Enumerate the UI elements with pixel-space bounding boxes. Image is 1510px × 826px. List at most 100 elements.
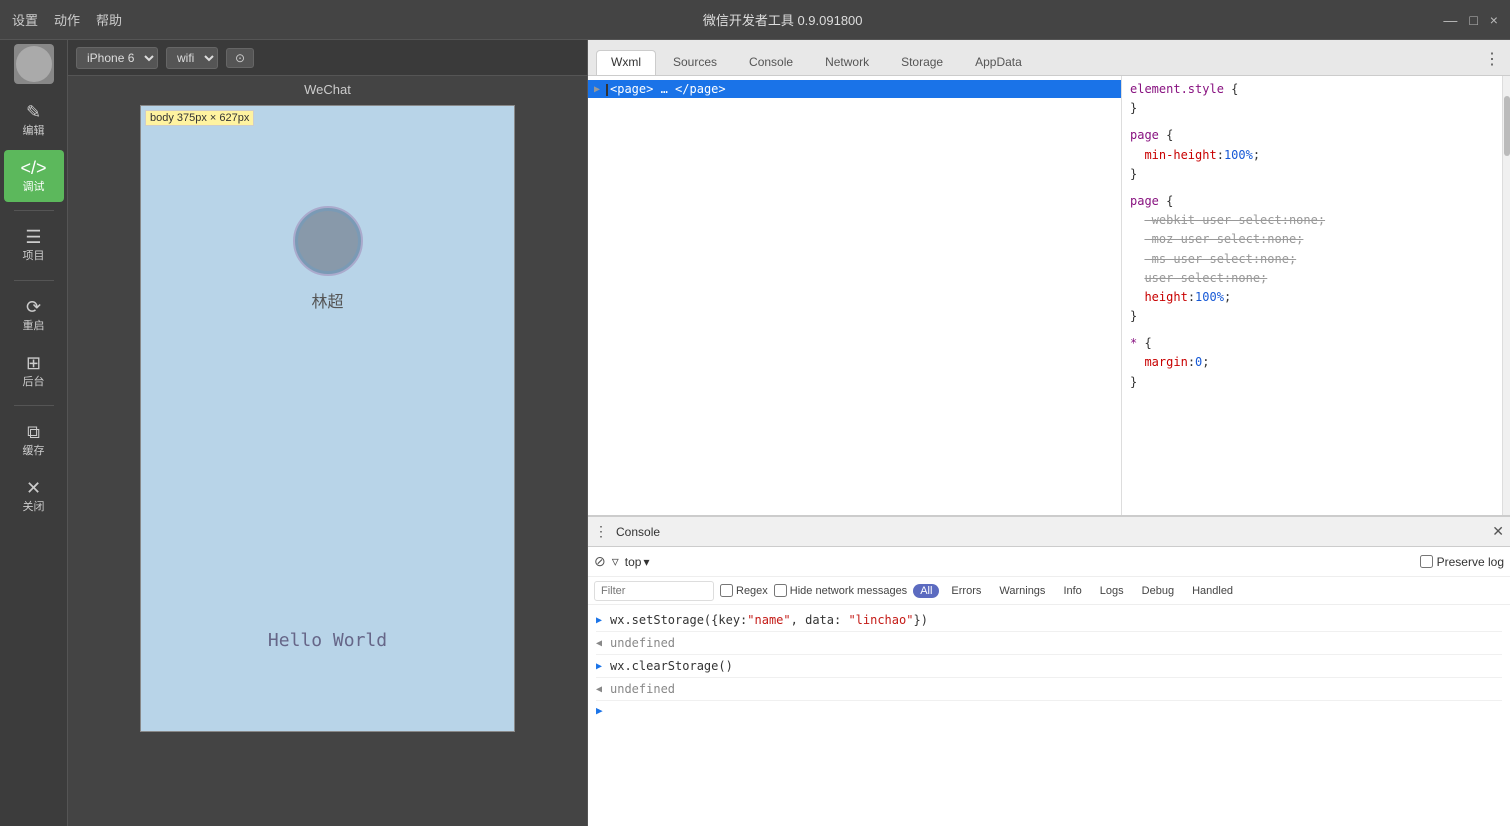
hide-network-label[interactable]: Hide network messages [774,584,907,597]
tab-console[interactable]: Console [734,50,808,75]
style-selector-page1: page [1130,128,1159,142]
reload-icon: ⟳ [26,297,41,318]
sidebar-label-edit: 编辑 [23,125,45,138]
sidebar-divider-3 [14,405,54,406]
devtools-top-pane: ▶ <page> … </page> element.style { } pag… [588,76,1510,516]
style-prop-moz-user-select: -moz-user-select:none; [1144,232,1303,246]
styles-panel: element.style { } page { min-height:100%… [1122,76,1502,515]
console-filter-input[interactable] [594,581,714,601]
body-size-label: body 375px × 627px [145,110,254,126]
sim-extra-button[interactable]: ⊙ [226,48,254,68]
style-rule-page-2: page { -webkit-user-select:none; -moz-us… [1130,192,1494,326]
style-prop-webkit-user-select: -webkit-user-select:none; [1144,213,1325,227]
menu-bar[interactable]: 设置 动作 帮助 [12,10,122,29]
console-filter-button[interactable]: ▿ [612,553,619,570]
style-val-margin: 0 [1195,355,1202,369]
sidebar-item-debug[interactable]: </> 调试 [4,150,64,202]
console-input-line[interactable]: ▶ [596,701,1502,720]
save-icon: ⧉ [27,422,40,443]
hide-network-checkbox[interactable] [774,584,787,597]
devtools-area: Wxml Sources Console Network Storage App… [588,40,1510,826]
maximize-button[interactable]: □ [1469,12,1477,28]
console-line-1: ▶ wx.setStorage({key:"name", data: "linc… [596,609,1502,632]
close-icon: ✕ [26,478,41,499]
style-prop-user-select: user-select:none; [1144,271,1267,285]
regex-checkbox[interactable] [720,584,733,597]
console-output[interactable]: ▶ wx.setStorage({key:"name", data: "linc… [588,605,1510,826]
menu-actions[interactable]: 动作 [54,10,80,29]
filter-tab-all[interactable]: All [913,584,939,598]
tab-more-button[interactable]: ⋮ [1474,45,1510,75]
console-clear-button[interactable]: ⊘ [594,553,606,570]
filter-tab-info[interactable]: Info [1057,584,1087,598]
avatar-image [16,46,52,82]
tab-storage[interactable]: Storage [886,50,958,75]
sidebar-label-backend: 后台 [23,376,45,389]
scrollbar-thumb[interactable] [1504,96,1510,156]
phone-avatar [293,206,363,276]
preserve-log-area: Preserve log [1420,555,1504,569]
console-close-button[interactable]: ✕ [1492,523,1504,540]
menu-settings[interactable]: 设置 [12,10,38,29]
device-selector[interactable]: iPhone 6 [76,47,158,69]
phone-hello-text: Hello World [268,630,387,651]
console-context-select[interactable]: top ▾ [625,555,650,569]
regex-text: Regex [736,585,768,597]
console-context-value: top [625,555,642,569]
phone-username: 林超 [311,288,343,312]
tab-appdata[interactable]: AppData [960,50,1037,75]
sidebar-item-close[interactable]: ✕ 关闭 [4,470,64,522]
regex-label[interactable]: Regex [720,584,768,597]
close-button[interactable]: × [1490,12,1498,28]
left-sidebar: ✎ 编辑 </> 调试 ☰ 项目 ⟳ 重启 ⊞ 后台 ⧉ 缓存 ✕ 关闭 [0,40,68,826]
elements-panel[interactable]: ▶ <page> … </page> [588,76,1122,515]
tab-sources[interactable]: Sources [658,50,732,75]
filter-tab-handled[interactable]: Handled [1186,584,1239,598]
console-arrow-left-1: ◀ [596,636,606,651]
tab-network[interactable]: Network [810,50,884,75]
style-val-minheight: 100% [1224,148,1253,162]
filter-tab-debug[interactable]: Debug [1136,584,1180,598]
console-line-4: ◀ undefined [596,678,1502,701]
sidebar-item-backend[interactable]: ⊞ 后台 [4,345,64,397]
style-prop-margin: margin [1144,355,1187,369]
filter-tab-errors[interactable]: Errors [945,584,987,598]
filter-tab-warnings[interactable]: Warnings [993,584,1051,598]
menu-help[interactable]: 帮助 [96,10,122,29]
sidebar-item-project[interactable]: ☰ 项目 [4,219,64,271]
simulator-toolbar: iPhone 6 wifi ⊙ [68,40,587,76]
style-val-height: 100% [1195,290,1224,304]
filter-tab-logs[interactable]: Logs [1094,584,1130,598]
title-bar: 设置 动作 帮助 微信开发者工具 0.9.091800 — □ × [0,0,1510,40]
console-tab-label[interactable]: Console [616,525,660,539]
console-undefined-1: undefined [610,634,675,652]
element-tag: <page> … </page> [610,82,726,96]
sidebar-item-reload[interactable]: ⟳ 重启 [4,289,64,341]
devtools-tab-bar: Wxml Sources Console Network Storage App… [588,40,1510,76]
sidebar-label-save: 缓存 [23,445,45,458]
style-brace-close: } [1130,101,1137,115]
console-undefined-2: undefined [610,680,675,698]
sidebar-item-save[interactable]: ⧉ 缓存 [4,414,64,466]
tab-wxml[interactable]: Wxml [596,50,656,75]
sidebar-divider-1 [14,210,54,211]
sidebar-label-debug: 调试 [23,181,45,194]
sidebar-item-edit[interactable]: ✎ 编辑 [4,94,64,146]
console-menu-button[interactable]: ⋮ [594,523,608,540]
network-selector[interactable]: wifi [166,47,218,69]
window-controls[interactable]: — □ × [1443,12,1498,28]
styles-scrollbar[interactable] [1502,76,1510,515]
style-selector: element.style [1130,82,1224,96]
console-context-arrow: ▾ [643,555,649,569]
sidebar-label-project: 项目 [23,250,45,263]
style-prop-ms-user-select: -ms-user-select:none; [1144,252,1296,266]
sidebar-divider-2 [14,280,54,281]
avatar[interactable] [14,44,54,84]
console-toolbar: ⊘ ▿ top ▾ Preserve log [588,547,1510,577]
element-row-selected[interactable]: ▶ <page> … </page> [588,80,1121,98]
console-line-3: ▶ wx.clearStorage() [596,655,1502,678]
style-prop-height: height [1144,290,1187,304]
minimize-button[interactable]: — [1443,12,1457,28]
preserve-log-checkbox[interactable] [1420,555,1433,568]
backend-icon: ⊞ [26,353,41,374]
